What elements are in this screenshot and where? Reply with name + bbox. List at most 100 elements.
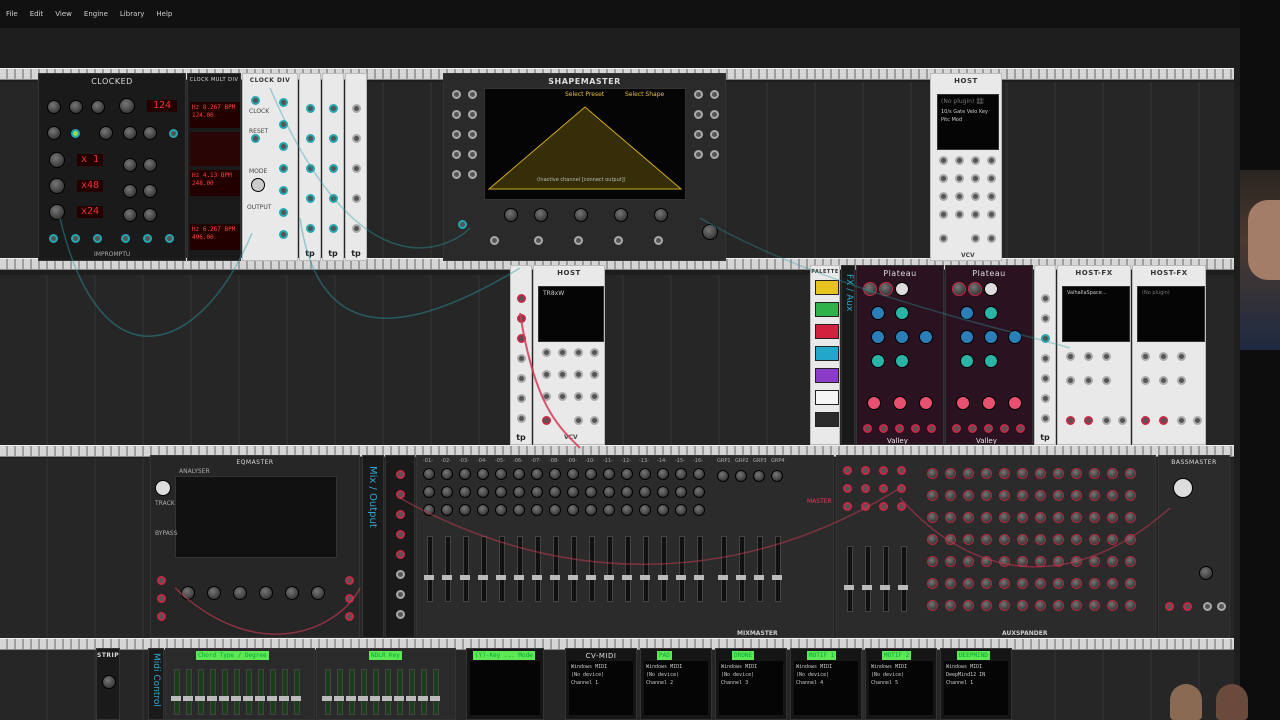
aux-send-knob[interactable] [1125, 578, 1136, 589]
tp-module-5[interactable]: tp [1034, 265, 1056, 445]
aux-send-knob[interactable] [1107, 468, 1118, 479]
palette-purple-swatch[interactable] [815, 368, 839, 383]
mod-shape-knob[interactable] [982, 396, 996, 410]
track-knob[interactable] [585, 504, 597, 516]
aux-send-knob[interactable] [1035, 578, 1046, 589]
aux-send-knob[interactable] [1071, 512, 1082, 523]
key-fader[interactable] [370, 669, 380, 715]
track-knob[interactable] [567, 486, 579, 498]
track-knob[interactable] [495, 468, 507, 480]
aux-send-knob[interactable] [963, 490, 974, 501]
palette-white-swatch[interactable] [815, 390, 839, 405]
run-button[interactable] [69, 100, 83, 114]
track-knob[interactable] [531, 468, 543, 480]
track-fader[interactable] [622, 536, 632, 602]
aux-send-knob[interactable] [945, 512, 956, 523]
mod-speed-knob[interactable] [956, 396, 970, 410]
cv-jack[interactable] [1159, 376, 1168, 385]
in-jack[interactable] [396, 550, 405, 559]
in-jack[interactable] [468, 150, 477, 159]
aux-send-knob[interactable] [999, 534, 1010, 545]
in-jack[interactable] [452, 90, 461, 99]
tp-jack[interactable] [329, 194, 338, 203]
cv-jack[interactable] [984, 424, 993, 433]
audio-jack[interactable] [1084, 416, 1093, 425]
pw3-knob[interactable] [143, 184, 157, 198]
aux-send-knob[interactable] [1089, 468, 1100, 479]
tp-jack[interactable] [352, 104, 361, 113]
cv-jack[interactable] [879, 424, 888, 433]
aux-send-knob[interactable] [1071, 578, 1082, 589]
band-knob[interactable] [285, 586, 299, 600]
aux-send-knob[interactable] [981, 490, 992, 501]
cv-jack[interactable] [1141, 352, 1150, 361]
cv-jack[interactable] [895, 424, 904, 433]
track-knob[interactable] [675, 468, 687, 480]
tp-jack[interactable] [306, 224, 315, 233]
track-fader[interactable] [460, 536, 470, 602]
size-knob[interactable] [960, 330, 974, 344]
midi-device-screen[interactable]: Windows MIDI DeepMind12 IN Channel 1 [944, 661, 1008, 715]
track-fader[interactable] [694, 536, 704, 602]
mixmaster-module[interactable]: -01- -02- -03- -04- -05- -06- -07- -08- -09- -10-… [416, 455, 834, 638]
cv-jack[interactable] [987, 192, 996, 201]
eq-display[interactable] [175, 476, 337, 558]
dry-knob[interactable] [952, 282, 966, 296]
track-knob[interactable] [567, 504, 579, 516]
midi-controller-module-1[interactable]: Chord Type / Degree [165, 648, 315, 720]
key-fader[interactable] [291, 669, 301, 715]
param-knob[interactable] [654, 208, 668, 222]
aux-jack[interactable] [861, 502, 870, 511]
in-jack[interactable] [452, 150, 461, 159]
track-knob[interactable] [603, 468, 615, 480]
track-fader[interactable] [496, 536, 506, 602]
in-jack[interactable] [468, 90, 477, 99]
reverb-low-knob[interactable] [960, 354, 974, 368]
clk1-jack[interactable] [121, 234, 130, 243]
aux-send-knob[interactable] [945, 534, 956, 545]
aux-send-knob[interactable] [1017, 556, 1028, 567]
clock-in-jack[interactable] [251, 96, 260, 105]
wet-knob[interactable] [879, 282, 893, 296]
cv-jack[interactable] [1084, 352, 1093, 361]
reverb-low-knob[interactable] [871, 354, 885, 368]
input-low-knob[interactable] [871, 306, 885, 320]
out-jack-7[interactable] [279, 230, 288, 239]
cv-jack[interactable] [1016, 424, 1025, 433]
tp-jack[interactable] [517, 334, 526, 343]
aux-jack[interactable] [861, 466, 870, 475]
aux-send-knob[interactable] [963, 468, 974, 479]
cv-jack[interactable] [542, 370, 551, 379]
aux-send-knob[interactable] [1017, 578, 1028, 589]
strip-knob[interactable] [102, 675, 116, 689]
tp-jack[interactable] [1041, 334, 1050, 343]
aux-send-knob[interactable] [1107, 490, 1118, 501]
reverb-high-knob[interactable] [984, 354, 998, 368]
reset-button[interactable] [47, 100, 61, 114]
swing2-knob[interactable] [123, 158, 137, 172]
dry-knob[interactable] [863, 282, 877, 296]
track-knob[interactable] [639, 468, 651, 480]
track-fader[interactable] [604, 536, 614, 602]
cv-jack[interactable] [968, 424, 977, 433]
palette-module[interactable]: PALETTE [810, 265, 840, 445]
trig-jack[interactable] [458, 220, 467, 229]
tp-jack[interactable] [306, 134, 315, 143]
reset-jack[interactable] [47, 126, 61, 140]
plugin-screen[interactable]: TR8xW [538, 286, 604, 342]
param-knob[interactable] [702, 224, 718, 240]
cv-jack[interactable] [911, 424, 920, 433]
tp-jack[interactable] [352, 164, 361, 173]
plateau-module-2[interactable]: Plateau Valley [945, 265, 1033, 445]
aux-jack[interactable] [879, 502, 888, 511]
in-jack[interactable] [396, 610, 405, 619]
audio-jack[interactable] [971, 234, 980, 243]
track-knob[interactable] [621, 468, 633, 480]
auxspander-module[interactable]: AUXSPANDER [836, 455, 1156, 638]
decay-knob[interactable] [1008, 330, 1022, 344]
cv-midi-module[interactable]: MOTIF 2 Windows MIDI (No device) Channel 5 [865, 648, 937, 720]
track-knob[interactable] [585, 468, 597, 480]
aux-send-knob[interactable] [1035, 468, 1046, 479]
aux-send-knob[interactable] [945, 600, 956, 611]
track-fader[interactable] [658, 536, 668, 602]
